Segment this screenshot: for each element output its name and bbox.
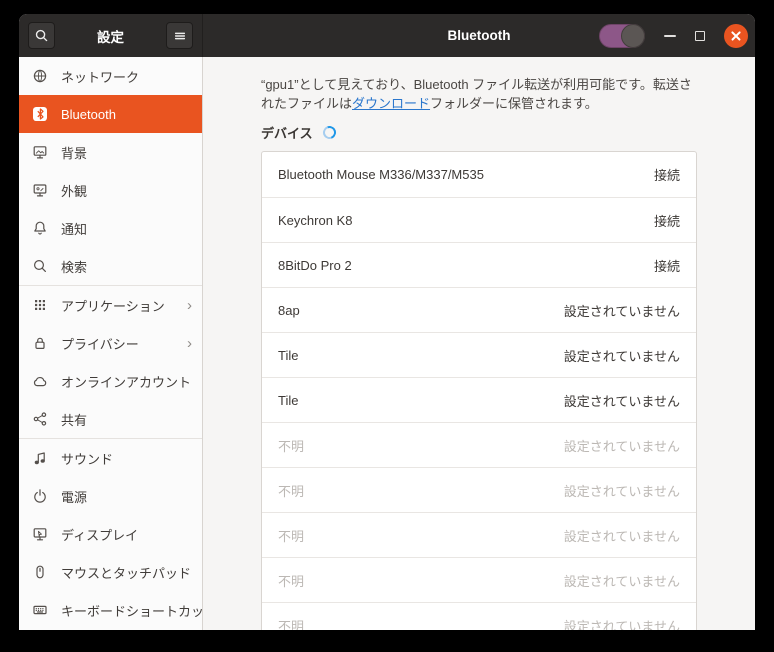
online-accounts-icon (32, 373, 48, 389)
device-name: Tile (278, 393, 298, 408)
bluetooth-description: “gpu1”として見えており、Bluetooth ファイル転送が利用可能です。転… (261, 75, 697, 113)
device-row[interactable]: Bluetooth Mouse M336/M337/M535 接続 (262, 152, 696, 197)
device-row[interactable]: 不明 設定されていません (262, 602, 696, 630)
sidebar-item-online-accounts[interactable]: オンラインアカウント (19, 362, 202, 400)
menu-button[interactable] (166, 22, 193, 49)
mouse-icon (32, 564, 48, 580)
sidebar-item-search[interactable]: 検索 (19, 247, 202, 285)
sidebar-item-power[interactable]: 電源 (19, 477, 202, 515)
sidebar-item-appearance[interactable]: 外観 (19, 171, 202, 209)
displays-icon (32, 526, 48, 542)
description-after-link: フォルダーに保管されます。 (430, 96, 598, 111)
device-name: 不明 (278, 481, 304, 500)
minimize-icon[interactable] (664, 35, 676, 37)
bluetooth-icon (32, 106, 48, 122)
sidebar-item-sound[interactable]: サウンド (19, 439, 202, 477)
hamburger-icon (173, 29, 187, 43)
devices-header: デバイス (261, 123, 697, 142)
device-list: Bluetooth Mouse M336/M337/M535 接続 Keychr… (261, 151, 697, 630)
device-row[interactable]: 不明 設定されていません (262, 512, 696, 557)
power-icon (32, 488, 48, 504)
device-row[interactable]: 8BitDo Pro 2 接続 (262, 242, 696, 287)
device-name: 不明 (278, 526, 304, 545)
device-row[interactable]: Keychron K8 接続 (262, 197, 696, 242)
app-body: ネットワーク Bluetooth 背景 外観 通知 検索 アプリケーション › … (19, 57, 755, 630)
settings-window: 設定 Bluetooth (19, 14, 755, 630)
device-name: 不明 (278, 616, 304, 631)
sidebar-item-applications[interactable]: アプリケーション › (19, 286, 202, 324)
sidebar-item-keyboard[interactable]: キーボードショートカット (19, 591, 202, 629)
background-icon (32, 144, 48, 160)
titlebar: 設定 Bluetooth (19, 14, 755, 57)
bluetooth-toggle[interactable] (599, 24, 645, 48)
device-name: 8ap (278, 303, 300, 318)
search-icon (32, 258, 48, 274)
appearance-icon (32, 182, 48, 198)
sidebar-item-network[interactable]: ネットワーク (19, 57, 202, 95)
titlebar-main-section: Bluetooth (203, 14, 755, 57)
device-name: 不明 (278, 436, 304, 455)
device-status: 接続 (654, 165, 680, 184)
close-icon[interactable] (724, 24, 748, 48)
sidebar-item-privacy[interactable]: プライバシー › (19, 324, 202, 362)
network-icon (32, 68, 48, 84)
sound-icon (32, 450, 48, 466)
device-name: Tile (278, 348, 298, 363)
device-row[interactable]: 不明 設定されていません (262, 467, 696, 512)
device-name: Bluetooth Mouse M336/M337/M535 (278, 167, 484, 182)
device-row[interactable]: 不明 設定されていません (262, 422, 696, 467)
device-row[interactable]: Tile 設定されていません (262, 332, 696, 377)
device-status: 設定されていません (564, 526, 680, 545)
titlebar-sidebar-section: 設定 (19, 14, 203, 57)
maximize-icon[interactable] (695, 31, 705, 41)
device-name: 不明 (278, 571, 304, 590)
device-status: 設定されていません (564, 616, 680, 631)
device-name: Keychron K8 (278, 213, 352, 228)
search-icon (34, 28, 49, 43)
keyboard-icon (32, 602, 48, 618)
device-status: 接続 (654, 256, 680, 275)
device-row[interactable]: 不明 設定されていません (262, 557, 696, 602)
sidebar-item-bluetooth[interactable]: Bluetooth (19, 95, 202, 133)
device-name: 8BitDo Pro 2 (278, 258, 352, 273)
desktop-background: 設定 Bluetooth (0, 0, 774, 652)
device-row[interactable]: Tile 設定されていません (262, 377, 696, 422)
scanning-spinner-icon (320, 124, 337, 141)
sidebar-item-background[interactable]: 背景 (19, 133, 202, 171)
titlebar-controls (599, 24, 748, 48)
applications-icon (32, 297, 48, 313)
privacy-icon (32, 335, 48, 351)
device-status: 設定されていません (564, 571, 680, 590)
downloads-link[interactable]: ダウンロード (352, 96, 430, 111)
device-status: 設定されていません (564, 481, 680, 500)
device-status: 設定されていません (564, 391, 680, 410)
sidebar-item-displays[interactable]: ディスプレイ (19, 515, 202, 553)
devices-heading: デバイス (261, 123, 313, 142)
device-row[interactable]: 8ap 設定されていません (262, 287, 696, 332)
device-status: 設定されていません (564, 301, 680, 320)
chevron-right-icon: › (187, 335, 192, 352)
main-content: “gpu1”として見えており、Bluetooth ファイル転送が利用可能です。転… (203, 57, 755, 630)
toggle-knob (621, 24, 645, 48)
device-status: 接続 (654, 211, 680, 230)
sidebar-item-sharing[interactable]: 共有 (19, 400, 202, 438)
sidebar-nav: ネットワーク Bluetooth 背景 外観 通知 検索 アプリケーション › … (19, 57, 203, 630)
chevron-right-icon: › (187, 297, 192, 314)
search-button[interactable] (28, 22, 55, 49)
notifications-icon (32, 220, 48, 236)
sidebar-item-notifications[interactable]: 通知 (19, 209, 202, 247)
device-status: 設定されていません (564, 346, 680, 365)
sidebar-item-mouse[interactable]: マウスとタッチパッド (19, 553, 202, 591)
sharing-icon (32, 411, 48, 427)
device-status: 設定されていません (564, 436, 680, 455)
